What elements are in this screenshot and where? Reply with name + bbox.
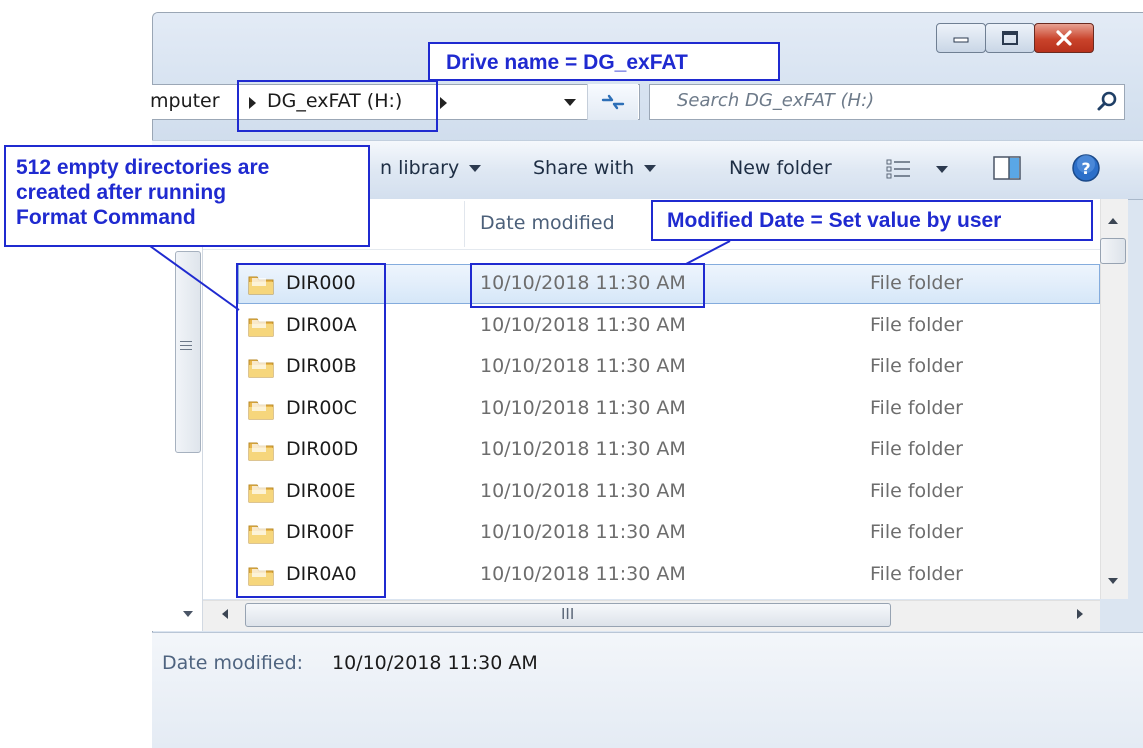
vertical-scrollbar-thumb[interactable] [1100, 238, 1126, 264]
scroll-right-arrow-icon[interactable] [1077, 609, 1083, 619]
directories-highlight [236, 263, 386, 598]
maximize-button[interactable] [985, 23, 1035, 53]
directories-callout-line2: created after running [16, 181, 227, 204]
file-type: File folder [870, 355, 963, 377]
details-date-modified-label: Date modified: [162, 652, 304, 674]
file-type: File folder [870, 438, 963, 460]
directories-callout-line3: Format Command [16, 206, 196, 229]
modified-date-highlight [470, 263, 705, 308]
file-type: File folder [870, 563, 963, 585]
breadcrumb-arrow-icon[interactable] [440, 97, 447, 109]
svg-text:?: ? [1081, 159, 1090, 178]
file-date-modified: 10/10/2018 11:30 AM [480, 438, 686, 460]
scroll-up-arrow-icon[interactable] [1108, 218, 1118, 224]
search-icon[interactable] [1095, 90, 1119, 114]
chevron-down-icon [564, 98, 576, 106]
details-date-modified-value: 10/10/2018 11:30 AM [332, 652, 538, 674]
share-with-label: Share with [533, 157, 635, 179]
drive-name-highlight [237, 80, 438, 132]
include-in-library-label: n library [380, 157, 460, 179]
file-type: File folder [870, 480, 963, 502]
chevron-down-icon [936, 166, 948, 173]
file-date-modified: 10/10/2018 11:30 AM [480, 563, 686, 585]
file-date-modified: 10/10/2018 11:30 AM [480, 480, 686, 502]
file-date-modified: 10/10/2018 11:30 AM [480, 521, 686, 543]
directories-callout: 512 empty directories are created after … [4, 145, 370, 247]
file-type: File folder [870, 314, 963, 336]
scroll-grip-icon [180, 338, 192, 352]
new-folder-button[interactable]: New folder [729, 157, 832, 179]
drive-name-callout: Drive name = DG_exFAT [428, 42, 780, 81]
view-list-icon [886, 159, 910, 179]
scroll-down-arrow-icon[interactable] [1108, 578, 1118, 584]
search-placeholder: Search DG_exFAT (H:) [677, 90, 875, 111]
nav-scrollbar-thumb[interactable] [175, 251, 201, 453]
column-divider[interactable] [464, 201, 465, 247]
modified-date-callout-text: Modified Date = Set value by user [667, 209, 1002, 232]
scroll-grip-icon: III [561, 605, 575, 623]
details-pane [152, 632, 1143, 748]
scroll-left-arrow-icon[interactable] [222, 609, 228, 619]
refresh-icon [601, 94, 625, 110]
modified-date-callout: Modified Date = Set value by user [651, 200, 1093, 241]
file-date-modified: 10/10/2018 11:30 AM [480, 355, 686, 377]
file-type: File folder [870, 521, 963, 543]
share-with-button[interactable]: Share with [533, 157, 657, 179]
change-view-button[interactable] [886, 156, 956, 182]
chevron-down-icon [469, 165, 482, 172]
close-button[interactable] [1034, 23, 1094, 53]
directories-callout-line1: 512 empty directories are [16, 156, 270, 179]
refresh-button[interactable] [587, 84, 638, 120]
file-date-modified: 10/10/2018 11:30 AM [480, 314, 686, 336]
chevron-down-icon [644, 165, 657, 172]
column-header-date-modified[interactable]: Date modified [480, 212, 615, 234]
nav-scroll-down-arrow-icon[interactable] [183, 611, 193, 617]
address-dropdown-button[interactable] [555, 84, 585, 120]
close-icon [1035, 24, 1093, 52]
help-icon[interactable]: ? [1071, 153, 1101, 183]
preview-pane-icon[interactable] [993, 156, 1021, 180]
maximize-icon [986, 24, 1034, 52]
breadcrumb-computer[interactable]: mputer [150, 90, 220, 112]
drive-name-callout-text: Drive name = DG_exFAT [446, 51, 688, 74]
file-date-modified: 10/10/2018 11:30 AM [480, 397, 686, 419]
file-type: File folder [870, 397, 963, 419]
minimize-icon [937, 24, 985, 52]
include-in-library-button[interactable]: n library [380, 157, 482, 179]
minimize-button[interactable] [936, 23, 986, 53]
file-type: File folder [870, 272, 963, 294]
